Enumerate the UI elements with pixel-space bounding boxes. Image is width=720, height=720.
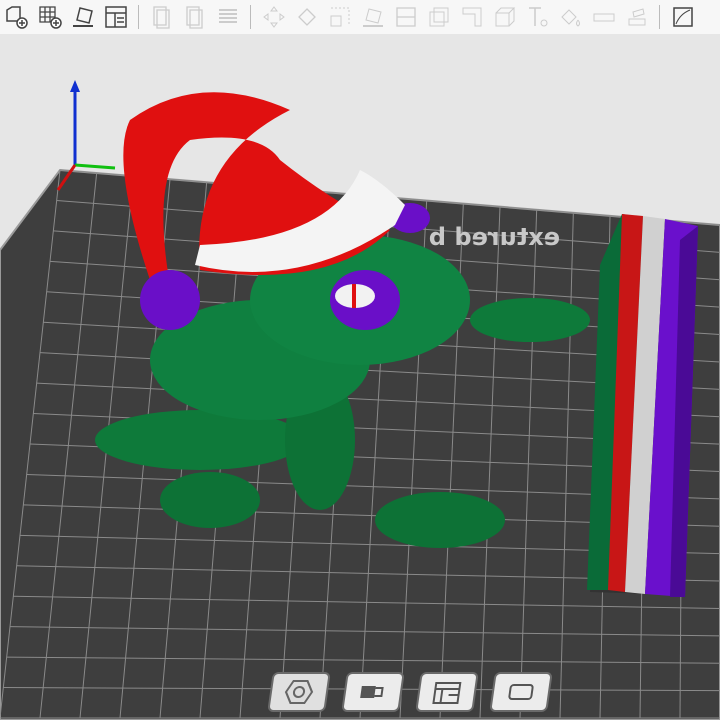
move-button[interactable] <box>260 3 288 31</box>
measure-icon <box>593 13 614 22</box>
toolbar-separator <box>250 5 251 29</box>
arrange-icon <box>38 6 62 29</box>
seam-paint-icon <box>495 7 515 27</box>
text-icon <box>528 7 547 27</box>
mmu-paint-icon <box>560 9 580 27</box>
layers-icon <box>218 9 237 23</box>
cut-icon <box>395 7 416 27</box>
3d-viewport[interactable]: extured b <box>0 34 720 720</box>
measure-button[interactable] <box>590 3 618 31</box>
support-paint-button[interactable] <box>458 3 486 31</box>
slice-preview-button[interactable] <box>415 672 479 712</box>
move-icon <box>262 6 285 28</box>
layout-button[interactable] <box>102 3 130 31</box>
z-axis-arrow-icon <box>70 80 80 92</box>
variable-layer-icon <box>672 7 693 27</box>
scale-button[interactable] <box>326 3 354 31</box>
scale-icon <box>330 7 349 27</box>
toggle-view-button[interactable] <box>341 672 405 712</box>
variable-layer-height-button[interactable] <box>669 3 697 31</box>
copy-icon <box>152 6 170 29</box>
mmu-paint-button[interactable] <box>557 3 585 31</box>
main-toolbar <box>0 0 720 34</box>
more-button[interactable] <box>489 672 553 712</box>
rotate-button[interactable] <box>293 3 321 31</box>
auto-orient-button[interactable] <box>69 3 97 31</box>
paste-button[interactable] <box>181 3 209 31</box>
add-icon <box>5 6 28 29</box>
text-button[interactable] <box>524 3 552 31</box>
layout-icon <box>104 6 127 28</box>
toggle-view-icon <box>360 686 384 698</box>
seam-paint-button[interactable] <box>491 3 519 31</box>
hat-pompom <box>140 270 200 330</box>
bed-texture-label: extured b <box>429 223 560 251</box>
x-axis <box>74 163 116 170</box>
copy-button[interactable] <box>148 3 176 31</box>
layers-button[interactable] <box>214 3 242 31</box>
paste-icon <box>185 6 203 29</box>
wipe-tower[interactable] <box>587 214 698 597</box>
auto-orient-icon <box>72 7 93 27</box>
bottom-toolbar <box>267 672 553 712</box>
support-paint-icon <box>462 7 481 27</box>
slice-preview-icon <box>432 682 462 704</box>
rotate-icon <box>297 8 316 26</box>
add-object-button[interactable] <box>3 3 31 31</box>
toolbar-separator <box>138 5 139 29</box>
toolbar-separator <box>659 5 660 29</box>
emboss-button[interactable] <box>623 3 651 31</box>
place-on-face-icon <box>362 8 383 27</box>
hollow-button[interactable] <box>425 3 453 31</box>
place-on-face-button[interactable] <box>359 3 387 31</box>
emboss-icon <box>628 8 645 26</box>
settings-icon <box>284 680 314 704</box>
hollow-icon <box>429 7 448 27</box>
settings-button[interactable] <box>267 672 331 712</box>
cut-button[interactable] <box>392 3 420 31</box>
more-icon <box>508 684 534 700</box>
arrange-button[interactable] <box>36 3 64 31</box>
